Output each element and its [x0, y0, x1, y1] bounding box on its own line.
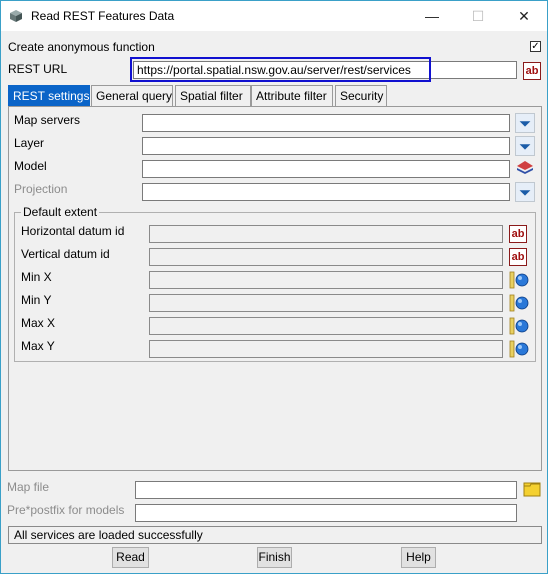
min-y-label: Min Y: [21, 293, 52, 307]
map-file-input[interactable]: [135, 481, 517, 499]
max-x-label: Max X: [21, 316, 56, 330]
max-x-pick-icon[interactable]: [509, 317, 529, 335]
url-highlight-box: [130, 57, 431, 82]
map-servers-dropdown-icon[interactable]: [515, 113, 535, 133]
postfix-label: Pre*postfix for models: [7, 503, 125, 517]
postfix-input[interactable]: [135, 504, 517, 522]
tab-general-query[interactable]: General query: [91, 85, 173, 106]
max-y-pick-icon[interactable]: [509, 340, 529, 358]
close-button[interactable]: ✕: [501, 1, 547, 31]
map-servers-select[interactable]: [142, 114, 510, 132]
tab-attribute-filter[interactable]: Attribute filter: [251, 85, 333, 106]
tab-security[interactable]: Security: [335, 85, 387, 106]
tab-spatial-filter[interactable]: Spatial filter: [175, 85, 251, 106]
horizontal-datum-input[interactable]: [149, 225, 503, 243]
min-x-label: Min X: [21, 270, 52, 284]
model-label: Model: [14, 159, 47, 173]
layer-label: Layer: [14, 136, 45, 150]
horizontal-datum-ab-icon[interactable]: ab: [509, 225, 527, 243]
projection-label: Projection: [14, 182, 68, 196]
title-bar: Read REST Features Data — ☐ ✕: [1, 1, 547, 31]
min-x-input[interactable]: [149, 271, 503, 289]
map-file-label: Map file: [7, 480, 50, 494]
max-y-label: Max Y: [21, 339, 55, 353]
max-x-input[interactable]: [149, 317, 503, 335]
max-y-input[interactable]: [149, 340, 503, 358]
layer-dropdown-icon[interactable]: [515, 136, 535, 156]
maximize-button[interactable]: ☐: [455, 1, 501, 31]
finish-button[interactable]: Finish: [257, 547, 292, 568]
read-button[interactable]: Read: [112, 547, 149, 568]
min-y-pick-icon[interactable]: [509, 294, 529, 312]
ab-icon[interactable]: ab: [523, 62, 541, 80]
tab-rest-settings[interactable]: REST settings: [8, 85, 90, 106]
minimize-button[interactable]: —: [409, 1, 455, 31]
model-layers-icon[interactable]: [515, 158, 535, 178]
anonymous-function-label: Create anonymous function: [8, 40, 155, 54]
min-y-input[interactable]: [149, 294, 503, 312]
vertical-datum-ab-icon[interactable]: ab: [509, 248, 527, 266]
min-x-pick-icon[interactable]: [509, 271, 529, 289]
help-button[interactable]: Help: [401, 547, 436, 568]
projection-dropdown-icon[interactable]: [515, 182, 535, 202]
layer-select[interactable]: [142, 137, 510, 155]
map-servers-label: Map servers: [14, 113, 81, 127]
rest-url-label: REST URL: [8, 62, 68, 76]
window-title: Read REST Features Data: [31, 9, 175, 23]
vertical-datum-input[interactable]: [149, 248, 503, 266]
horizontal-datum-label: Horizontal datum id: [21, 224, 125, 238]
anonymous-function-checkbox[interactable]: ✓: [530, 41, 541, 52]
status-bar: All services are loaded successfully: [8, 526, 542, 544]
app-icon: [10, 10, 22, 22]
dialog-window: Read REST Features Data — ☐ ✕ Create ano…: [0, 0, 548, 574]
folder-icon[interactable]: [523, 481, 541, 497]
vertical-datum-label: Vertical datum id: [21, 247, 110, 261]
projection-select[interactable]: [142, 183, 510, 201]
default-extent-title: Default extent: [21, 205, 100, 219]
model-select[interactable]: [142, 160, 510, 178]
